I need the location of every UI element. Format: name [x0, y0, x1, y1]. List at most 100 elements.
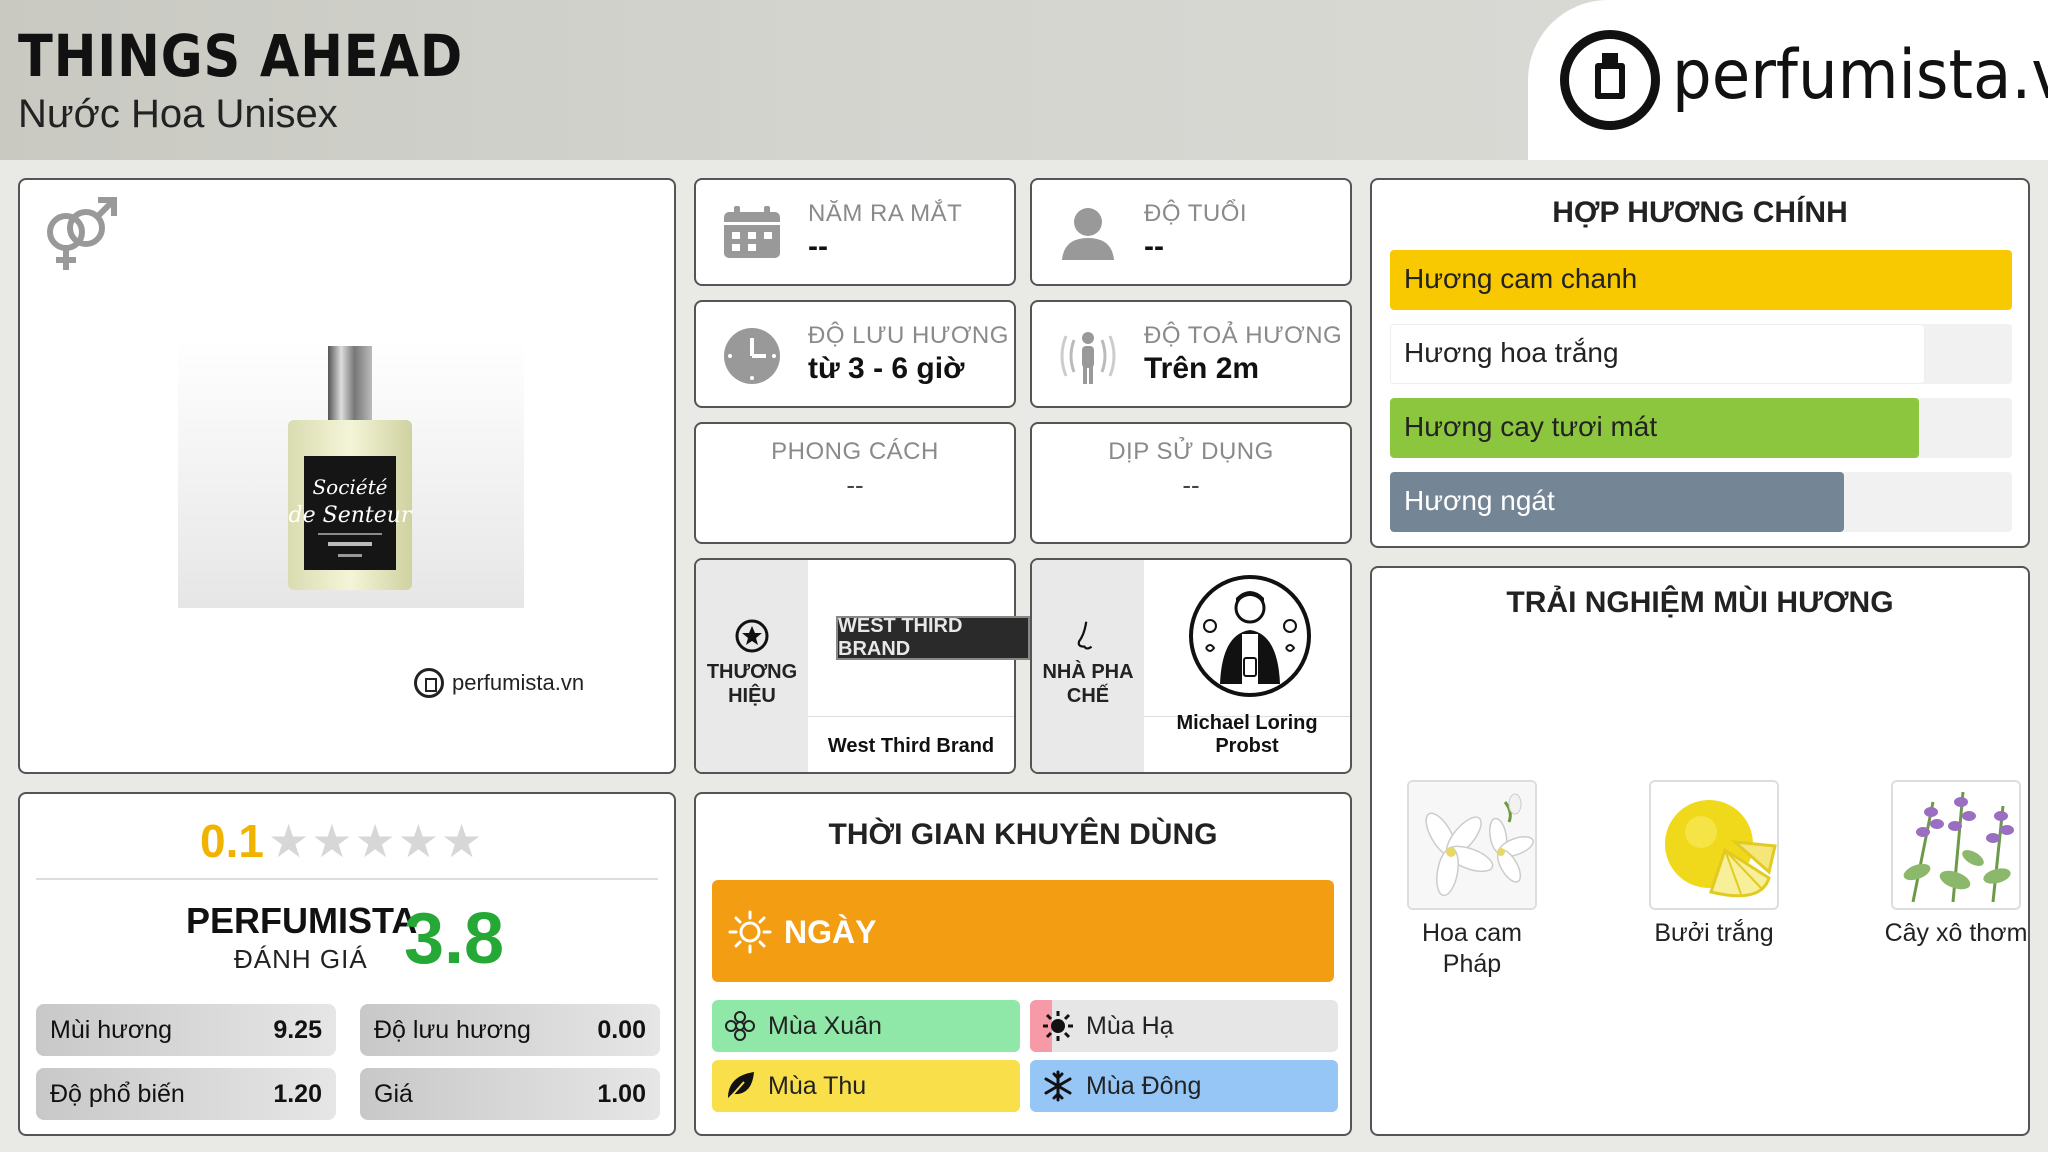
sun-icon [1042, 1010, 1074, 1042]
note-sage[interactable]: Cây xô thơm [1876, 780, 2036, 949]
perfumer-name[interactable]: Michael Loring Probst [1144, 712, 1350, 758]
metric-value: 1.20 [273, 1080, 322, 1108]
rating-metric: Độ phổ biến 1.20 [36, 1068, 336, 1120]
season-chip: Mùa Xuân [712, 1000, 1020, 1052]
note-orange-blossom[interactable]: Hoa cam Pháp [1392, 780, 1552, 980]
brand-side-panel: THƯƠNG HIỆU [696, 560, 808, 772]
flower-icon [724, 1010, 756, 1042]
perfumista-rating-sublabel: ĐÁNH GIÁ [234, 944, 368, 974]
note-white-grapefruit[interactable]: Bưởi trắng [1634, 780, 1794, 949]
note-label: Bưởi trắng [1654, 919, 1774, 947]
perfume-bottle-image: Société de Senteur [178, 338, 524, 608]
brand-name[interactable]: West Third Brand [808, 735, 1014, 758]
brand-box[interactable]: THƯƠNG HIỆU WEST THIRD BRAND West Third … [694, 558, 1030, 774]
perfumer-box[interactable]: NHÀ PHA CHẾ Michael Loring Probst [1030, 558, 1352, 774]
accord-bar: Hương hoa trắng [1390, 324, 2012, 384]
clock-icon [724, 328, 780, 384]
leaf-icon [724, 1070, 756, 1102]
metric-label: Giá [374, 1080, 413, 1108]
metric-label: Độ lưu hương [374, 1016, 531, 1044]
season-label: Mùa Đông [1086, 1072, 1202, 1100]
star-badge-icon [735, 619, 769, 653]
accord-bar: Hương ngát [1390, 472, 2012, 532]
note-label: Cây xô thơm [1884, 919, 2028, 947]
nose-icon [1077, 621, 1093, 650]
rating-metric: Mùi hương 9.25 [36, 1004, 336, 1056]
age-label: ĐỘ TUỔI [1144, 200, 1248, 227]
product-watermark: perfumista.vn [414, 668, 584, 698]
release-year-box: NĂM RA MẮT -- [694, 178, 1016, 286]
scent-notes-card: TRẢI NGHIỆM MÙI HƯƠNG Hoa cam Pháp Bưởi … [1370, 566, 2030, 1136]
time-title: THỜI GIAN KHUYÊN DÙNG [828, 818, 1218, 851]
star-icon[interactable]: ★ [268, 815, 311, 867]
page-title: THINGS AHEAD [18, 22, 464, 90]
release-year-value: -- [808, 230, 828, 263]
recommended-time-card: THỜI GIAN KHUYÊN DÙNG NGÀY Mùa Xuân Mùa H… [694, 792, 1352, 1136]
user-rating-score: 0.1 [200, 815, 264, 867]
site-name[interactable]: perfumista.vn [1672, 36, 2048, 115]
accord-label: Hương ngát [1404, 485, 1555, 516]
metric-value: 9.25 [273, 1016, 322, 1044]
season-label: Mùa Xuân [768, 1012, 882, 1040]
longevity-value: từ 3 - 6 giờ [808, 352, 965, 385]
release-year-label: NĂM RA MẮT [808, 200, 963, 227]
style-label: PHONG CÁCH [771, 438, 939, 465]
star-icon[interactable]: ★ [355, 815, 398, 867]
age-box: ĐỘ TUỔI -- [1030, 178, 1352, 286]
sage-image [1891, 780, 2021, 910]
rating-metric: Độ lưu hương 0.00 [360, 1004, 660, 1056]
season-chip: Mùa Thu [712, 1060, 1020, 1112]
sillage-box: ĐỘ TOẢ HƯƠNG Trên 2m [1030, 300, 1352, 408]
style-value: -- [846, 470, 864, 500]
star-icon[interactable]: ★ [311, 815, 354, 867]
note-label: Hoa cam Pháp [1421, 919, 1523, 978]
sillage-label: ĐỘ TOẢ HƯƠNG [1144, 322, 1343, 349]
metric-value: 0.00 [597, 1016, 646, 1044]
occasion-box: DỊP SỬ DỤNG -- [1030, 422, 1352, 544]
metric-label: Mùi hương [50, 1016, 173, 1044]
accord-label: Hương cam chanh [1404, 263, 1638, 294]
accords-title: HỢP HƯƠNG CHÍNH [1552, 196, 1848, 229]
rating-divider [36, 878, 658, 880]
longevity-label: ĐỘ LƯU HƯƠNG [808, 322, 1009, 349]
season-label: Mùa Thu [768, 1072, 867, 1100]
occasion-value: -- [1182, 470, 1200, 500]
watermark-logo-icon [414, 668, 444, 698]
accord-label: Hương cay tươi mát [1404, 411, 1658, 442]
rating-card: 0.1 ★★★★★ PERFUMISTA ĐÁNH GIÁ 3.8 Mùi hư… [18, 792, 676, 1136]
main-accords-card: HỢP HƯƠNG CHÍNH Hương cam chanh Hương hoa… [1370, 178, 2030, 548]
calendar-icon [724, 206, 780, 258]
product-image-card: Société de Senteur perfumista.vn [18, 178, 676, 774]
sun-outline-icon [728, 910, 772, 954]
metric-label: Độ phổ biến [50, 1080, 185, 1108]
day-label: NGÀY [784, 914, 877, 950]
notes-title: TRẢI NGHIỆM MÙI HƯƠNG [1506, 586, 1894, 619]
day-bar: NGÀY [712, 880, 1334, 982]
perfumer-label: NHÀ PHA CHẾ [1042, 661, 1134, 707]
rating-stars[interactable]: ★★★★★ [268, 814, 484, 868]
orange-blossom-image [1407, 780, 1537, 910]
star-icon[interactable]: ★ [398, 815, 441, 867]
season-chip: Mùa Đông [1030, 1060, 1338, 1112]
accord-bar: Hương cam chanh [1390, 250, 2012, 310]
perfumer-side-panel: NHÀ PHA CHẾ [1032, 560, 1144, 772]
season-chip: Mùa Hạ [1030, 1000, 1338, 1052]
snowflake-icon [1042, 1070, 1074, 1102]
brand-label: THƯƠNG HIỆU [706, 661, 798, 707]
metric-value: 1.00 [597, 1080, 646, 1108]
style-box: PHONG CÁCH -- [694, 422, 1016, 544]
star-icon[interactable]: ★ [441, 815, 484, 867]
perfumer-avatar [1189, 575, 1311, 697]
unisex-gender-icon [47, 197, 117, 270]
person-icon [1062, 208, 1114, 260]
svg-text:de Senteur: de Senteur [289, 503, 413, 528]
accord-label: Hương hoa trắng [1404, 337, 1619, 368]
perfumista-rating-score: 3.8 [404, 899, 505, 979]
page-subtitle: Nước Hoa Unisex [18, 92, 338, 136]
age-value: -- [1144, 230, 1164, 263]
occasion-label: DỊP SỬ DỤNG [1108, 438, 1274, 465]
svg-text:Société: Société [312, 475, 387, 499]
perfumista-logo-icon[interactable] [1560, 30, 1660, 130]
sillage-person-icon [1060, 332, 1116, 384]
sillage-value: Trên 2m [1144, 352, 1260, 385]
